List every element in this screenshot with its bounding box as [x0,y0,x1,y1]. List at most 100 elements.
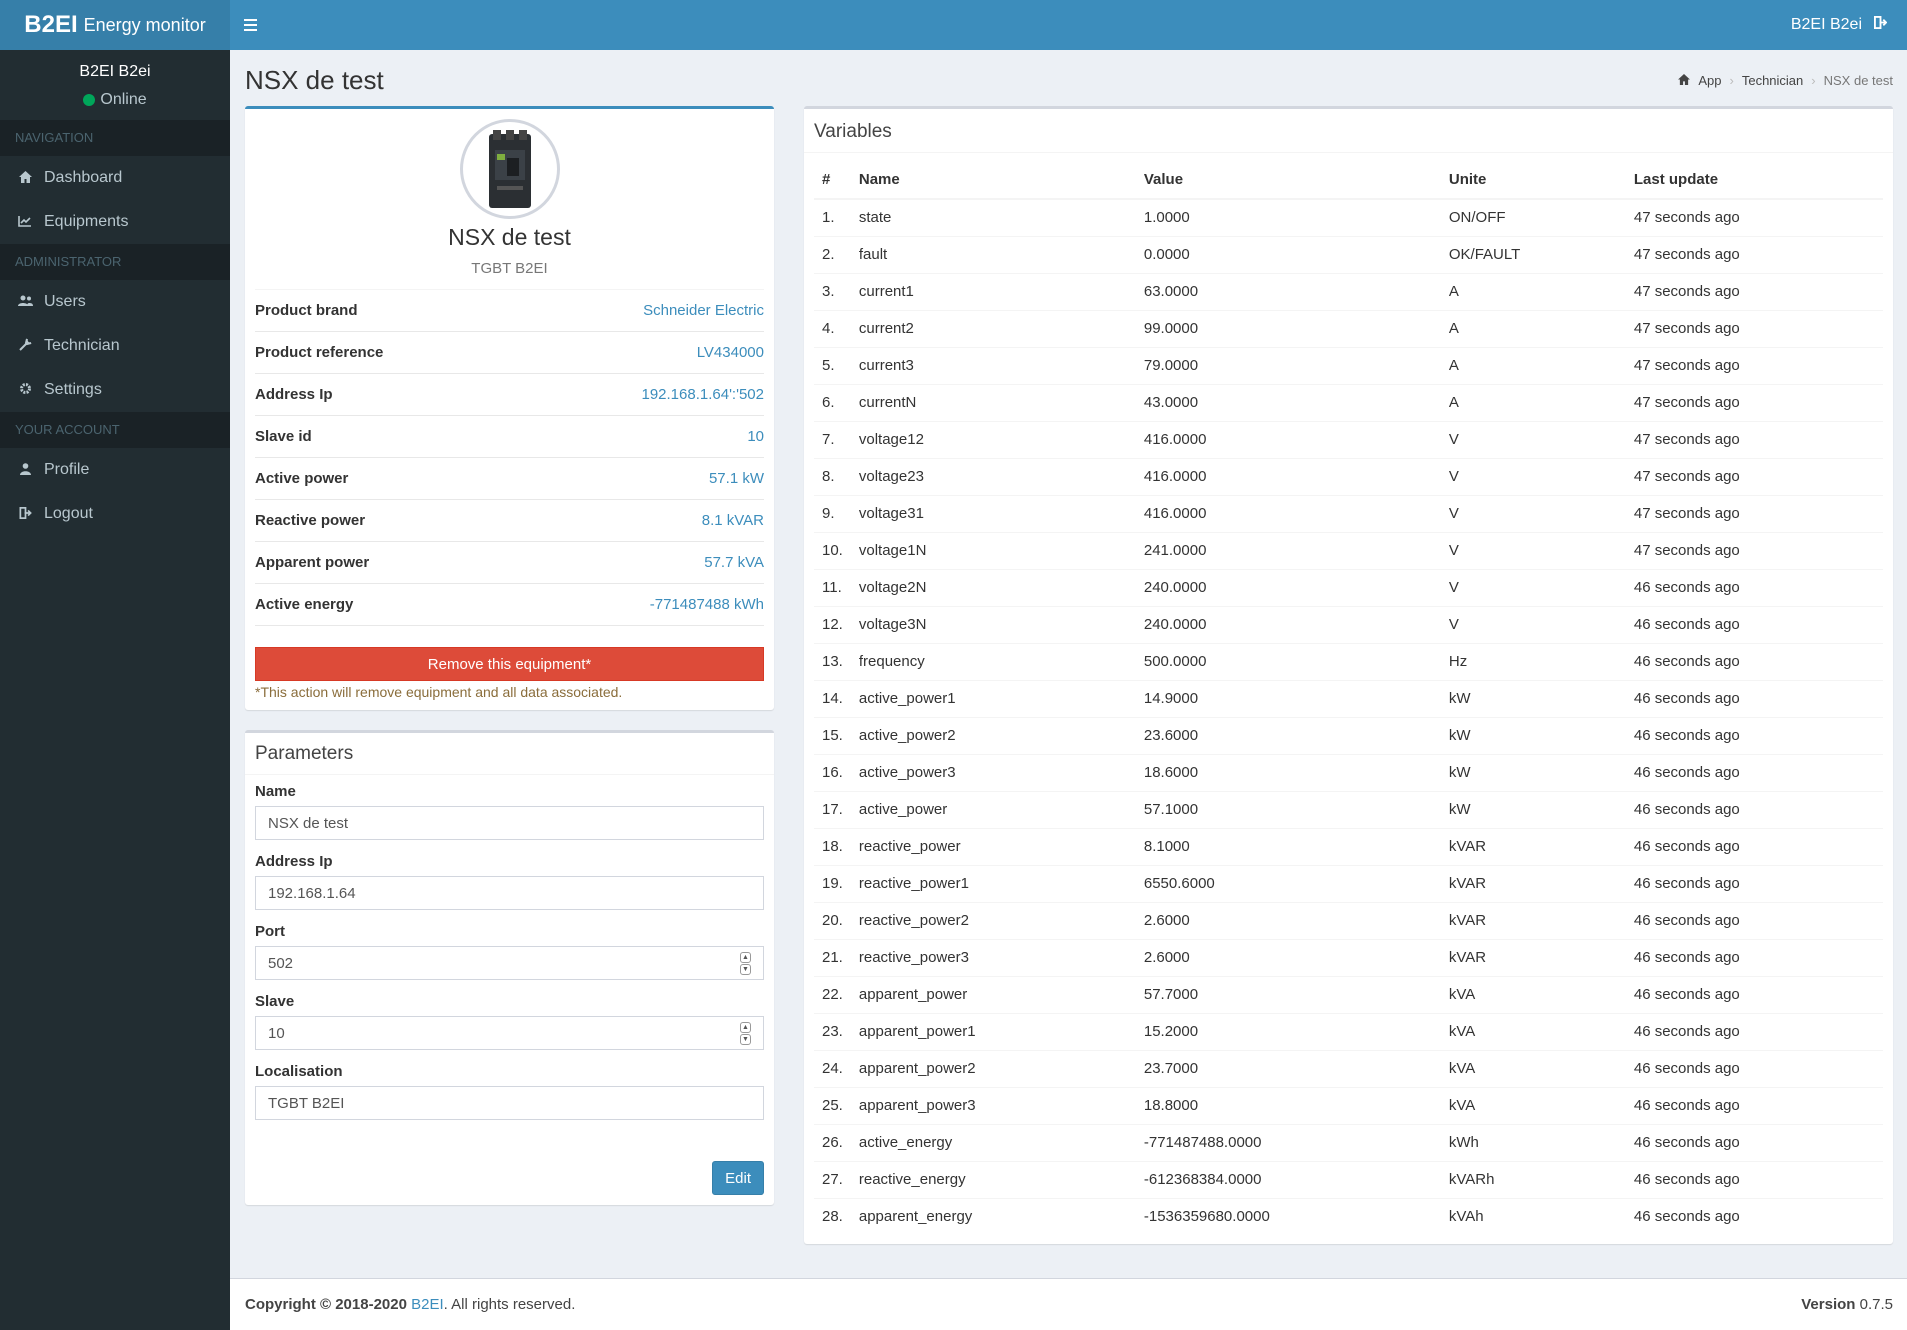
sidebar-item-label: Dashboard [44,169,123,186]
table-cell: 46 seconds ago [1625,938,1883,976]
stepper-up-icon[interactable]: ▲ [740,1021,751,1033]
stepper-down-icon[interactable]: ▼ [740,963,751,975]
sidebar-item-label: Profile [44,461,90,478]
detail-value[interactable]: 57.1 kW [709,470,764,487]
table-cell: 23. [814,1012,851,1050]
table-cell: kVARh [1440,1160,1626,1198]
name-field[interactable]: NSX de test [255,806,764,840]
table-cell: active_power1 [850,679,1136,717]
table-cell: kVA [1440,1049,1626,1087]
table-cell: voltage12 [850,420,1136,458]
table-cell: 15. [814,716,851,754]
sidebar-item-logout[interactable]: Logout [0,492,230,536]
localisation-field[interactable]: TGBT B2EI [255,1086,764,1120]
top-user-name: B2EI B2ei [1790,16,1862,33]
detail-label: Address Ip [255,386,333,403]
top-user-menu[interactable]: B2EI B2ei [1790,16,1888,34]
table-cell: kVAh [1440,1197,1626,1235]
table-cell: kW [1440,679,1626,717]
wrench-icon [18,338,32,354]
sidebar-item-technician[interactable]: Technician [0,324,230,368]
table-cell: 240.0000 [1135,568,1441,606]
column-header: Value [1135,161,1441,200]
table-header-row: # Name Value Unite Last update [814,161,1883,200]
sidebar-item-settings[interactable]: Settings [0,368,230,412]
parameters-box: Parameters Name NSX de test Address Ip 1… [245,730,774,1205]
parameters-form: Name NSX de test Address Ip 192.168.1.64… [245,775,774,1141]
table-cell: 240.0000 [1135,605,1441,643]
table-cell: 15.2000 [1135,1012,1441,1050]
sidebar-toggle-icon[interactable] [244,14,266,36]
table-row: 20. reactive_power2 2.6000 kVAR 46 seconds a… [814,901,1883,939]
list-item: Product brand Schneider Electric [255,290,764,332]
port-field[interactable]: 502 ▲ ▼ [255,946,764,980]
variables-table: # Name Value Unite Last update 1. state 1.… [814,161,1883,1235]
breadcrumb-app[interactable]: App [1698,73,1721,88]
table-cell: reactive_power3 [850,938,1136,976]
remove-equipment-button[interactable]: Remove this equipment* [255,647,764,681]
table-cell: 4. [814,309,851,347]
table-cell: 21. [814,938,851,976]
content-header: NSX de test App › Technician › NSX de te… [245,60,1893,100]
table-cell: voltage1N [850,531,1136,569]
port-field-value: 502 [268,954,294,972]
address-ip-field[interactable]: 192.168.1.64 [255,876,764,910]
footer: Copyright © 2018-2020 B2EI. All rights r… [230,1278,1907,1330]
table-cell: 9. [814,494,851,532]
sidebar-item-users[interactable]: Users [0,280,230,324]
table-cell: 46 seconds ago [1625,864,1883,902]
table-row: 1. state 1.0000 ON/OFF 47 seconds ago [814,198,1883,236]
detail-value[interactable]: -771487488 kWh [650,596,764,613]
line-chart-icon [18,215,32,230]
table-cell: kVA [1440,1086,1626,1124]
detail-value[interactable]: 10 [747,428,764,445]
name-field-value: NSX de test [268,814,349,832]
form-group: Address Ip 192.168.1.64 [255,853,764,910]
detail-value[interactable]: 57.7 kVA [704,554,764,571]
slave-stepper[interactable]: ▲ ▼ [740,1021,751,1045]
sidebar-item-label: Settings [44,381,102,398]
company-link[interactable]: B2EI [411,1296,444,1313]
table-cell: kW [1440,753,1626,791]
stepper-up-icon[interactable]: ▲ [740,951,751,963]
gear-icon [18,382,32,398]
table-row: 14. active_power1 14.9000 kW 46 seconds ago [814,679,1883,717]
equipment-image [459,119,560,219]
sidebar-item-dashboard[interactable]: Dashboard [0,156,230,200]
table-cell: 416.0000 [1135,420,1441,458]
slave-field[interactable]: 10 ▲ ▼ [255,1016,764,1050]
table-cell: kVA [1440,975,1626,1013]
copyright-prefix: Copyright © 2018-2020 [245,1296,407,1313]
table-cell: reactive_power [850,827,1136,865]
table-cell: kWh [1440,1123,1626,1161]
detail-value[interactable]: Schneider Electric [643,302,764,319]
breadcrumb-separator: › [1729,72,1734,88]
table-cell: 1. [814,198,851,236]
table-cell: 46 seconds ago [1625,753,1883,791]
table-cell: 3. [814,272,851,310]
sidebar-item-equipments[interactable]: Equipments [0,200,230,244]
table-cell: voltage2N [850,568,1136,606]
detail-value[interactable]: 192.168.1.64':'502 [641,386,764,403]
breadcrumb-technician[interactable]: Technician [1742,73,1803,88]
list-item: Active energy -771487488 kWh [255,584,764,626]
home-icon [18,170,32,186]
sidebar-item-profile[interactable]: Profile [0,448,230,492]
logout-icon[interactable] [1874,16,1888,34]
port-stepper[interactable]: ▲ ▼ [740,951,751,975]
detail-value[interactable]: LV434000 [697,344,764,361]
edit-button[interactable]: Edit [712,1161,764,1195]
table-cell: kW [1440,716,1626,754]
table-cell: voltage23 [850,457,1136,495]
app-logo[interactable]: B2EI Energy monitor [0,0,230,50]
detail-label: Reactive power [255,512,366,529]
table-cell: 47 seconds ago [1625,494,1883,532]
sidebar-user-name: B2EI B2ei [79,63,151,80]
sidebar-header-navigation: NAVIGATION [0,120,230,156]
table-cell: 46 seconds ago [1625,716,1883,754]
column-header: Name [850,161,1136,200]
sidebar-item-label: Logout [44,505,93,522]
stepper-down-icon[interactable]: ▼ [740,1033,751,1045]
form-group: Name NSX de test [255,783,764,840]
detail-value[interactable]: 8.1 kVAR [702,512,764,529]
